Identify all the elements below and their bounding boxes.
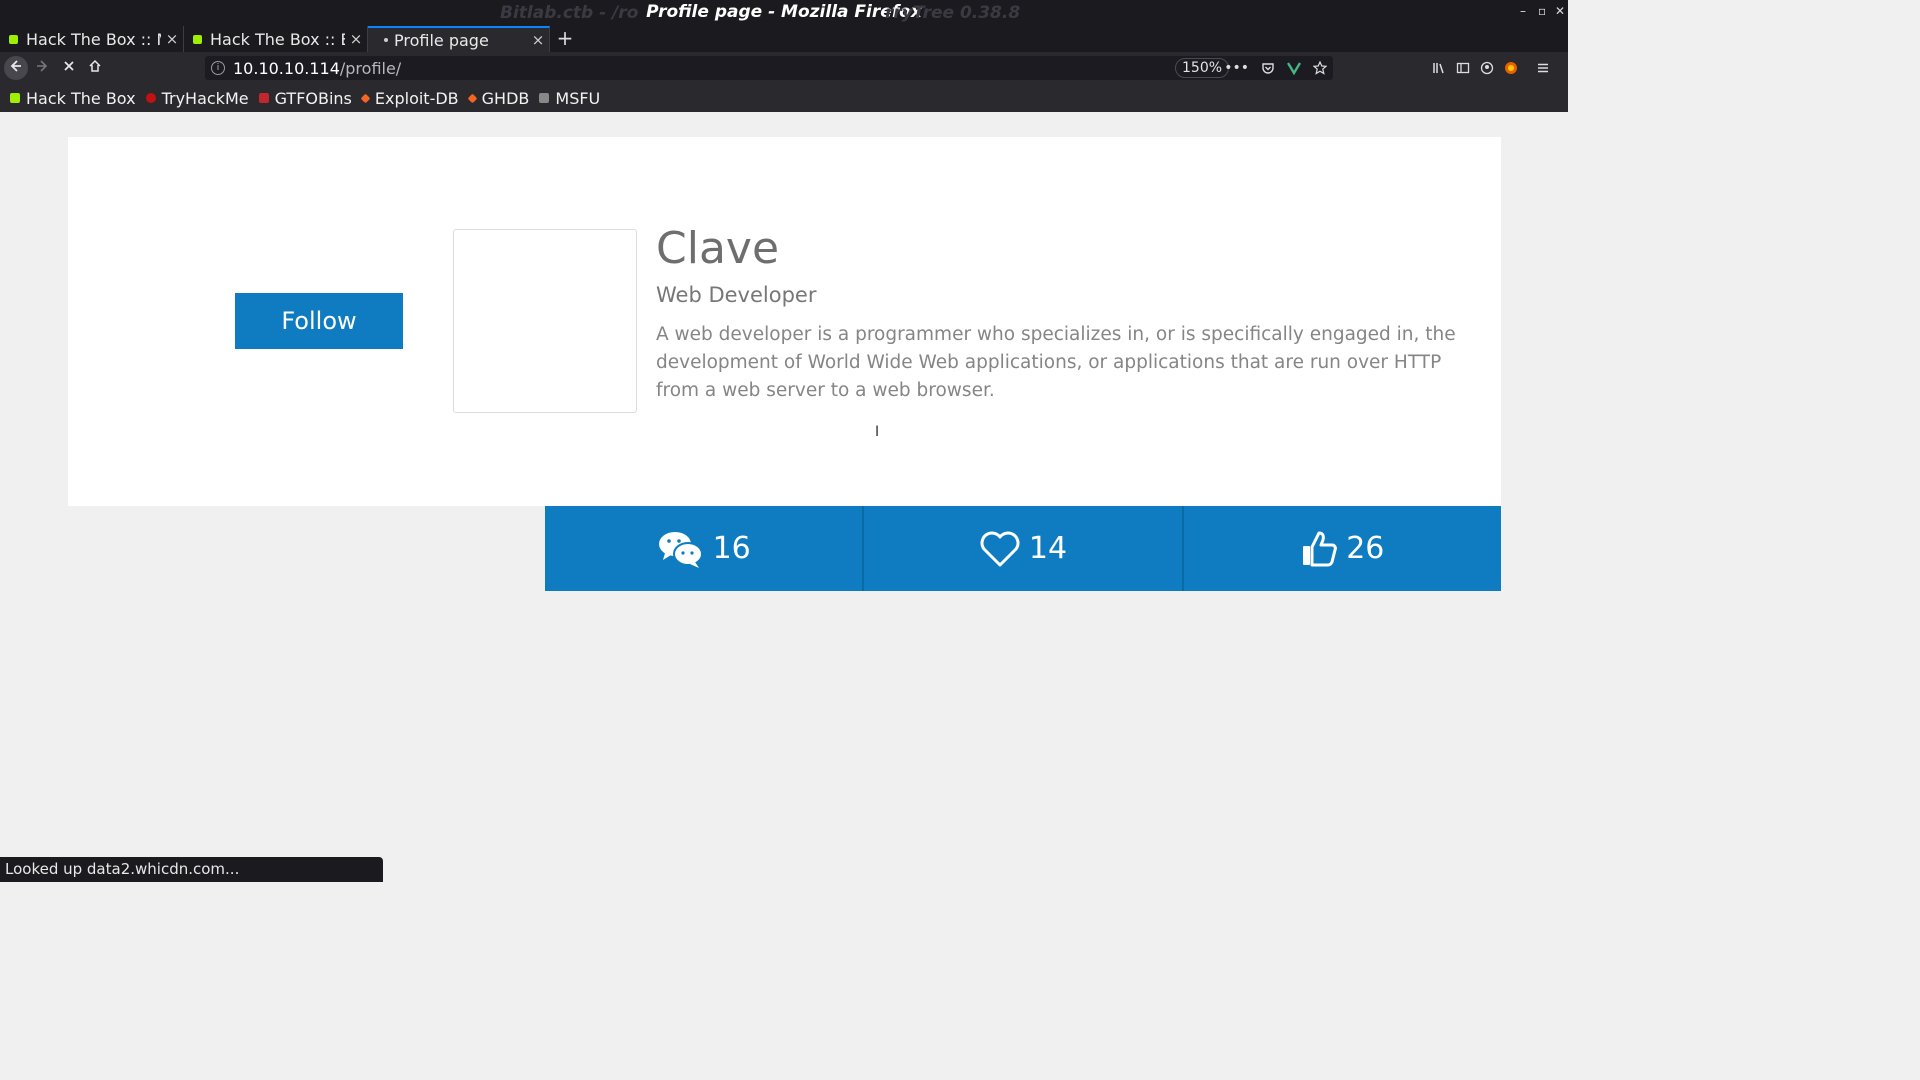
profile-bio: A web developer is a programmer who spec… bbox=[656, 324, 1456, 401]
pocket-icon[interactable] bbox=[1261, 61, 1275, 75]
tryhackme-icon bbox=[145, 93, 156, 103]
extension-fox-icon[interactable] bbox=[1504, 61, 1518, 75]
heart-icon bbox=[980, 531, 1020, 566]
stat-thumbs[interactable]: 26 bbox=[1184, 506, 1501, 591]
profile-role: Web Developer bbox=[656, 283, 817, 307]
profile-card: Follow Clave Web Developer A web develop… bbox=[68, 137, 1501, 506]
forward-button[interactable] bbox=[30, 56, 54, 80]
url-host: 10.10.10.114 bbox=[233, 58, 340, 78]
msfu-icon bbox=[539, 93, 550, 103]
bookmark-exploitdb[interactable]: Exploit-DB bbox=[360, 88, 459, 108]
address-bar-actions: ••• bbox=[1224, 56, 1327, 80]
bookmark-label: Exploit-DB bbox=[374, 88, 459, 108]
likes-count: 14 bbox=[1028, 531, 1068, 566]
home-icon bbox=[89, 59, 101, 72]
window-title: Profile page - Mozilla Firefox bbox=[646, 2, 922, 22]
window-close-button[interactable]: ✕ bbox=[1555, 4, 1565, 18]
home-button[interactable] bbox=[83, 56, 107, 80]
bookmark-label: MSFU bbox=[555, 88, 601, 108]
arrow-left-icon bbox=[10, 60, 21, 72]
tab-label: Hack The Box :: M bbox=[26, 29, 161, 49]
thumbs-count: 26 bbox=[1346, 531, 1385, 566]
vue-devtools-icon[interactable] bbox=[1287, 61, 1301, 75]
bookmark-star-icon[interactable] bbox=[1313, 61, 1327, 75]
stat-likes[interactable]: 14 bbox=[864, 506, 1184, 591]
arrow-right-icon bbox=[37, 60, 48, 72]
new-tab-button[interactable]: + bbox=[556, 26, 574, 52]
hamburger-menu-icon[interactable] bbox=[1536, 61, 1550, 75]
page-actions-icon[interactable]: ••• bbox=[1224, 60, 1249, 76]
library-icon[interactable] bbox=[1432, 61, 1446, 75]
account-icon[interactable] bbox=[1480, 61, 1494, 75]
bookmark-label: Hack The Box bbox=[26, 88, 136, 108]
bookmarks-toolbar: Hack The Box TryHackMe GTFOBins Exploit-… bbox=[0, 84, 1568, 112]
hackthebox-favicon-icon bbox=[193, 34, 202, 44]
stats-bar: 16 14 26 bbox=[545, 506, 1501, 591]
toolbar-right bbox=[1432, 56, 1550, 80]
tab-close-icon[interactable]: × bbox=[527, 31, 549, 49]
bookmark-tryhackme[interactable]: TryHackMe bbox=[145, 88, 249, 108]
tab-label: Profile page bbox=[394, 30, 489, 50]
url-path: /profile/ bbox=[339, 58, 402, 78]
status-bar: Looked up data2.whicdn.com... bbox=[0, 857, 383, 882]
exploitdb-icon bbox=[360, 93, 371, 103]
address-bar[interactable]: i 10.10.10.114/profile/ 150% ••• bbox=[205, 56, 1333, 80]
comments-count: 16 bbox=[712, 531, 751, 566]
bookmark-gtfobins[interactable]: GTFOBins bbox=[258, 88, 352, 108]
tab-label: Hack The Box :: E bbox=[210, 29, 345, 49]
url-text[interactable]: 10.10.10.114/profile/ bbox=[233, 59, 401, 78]
ghost-window-title-right: rryTree 0.38.8 bbox=[885, 3, 1021, 23]
bookmark-label: GTFOBins bbox=[274, 88, 352, 108]
stop-x-icon bbox=[64, 61, 74, 71]
bookmark-label: GHDB bbox=[481, 88, 530, 108]
ghdb-icon bbox=[467, 93, 478, 103]
avatar bbox=[453, 229, 637, 413]
chat-bubbles-icon bbox=[658, 531, 703, 568]
thumbs-up-icon bbox=[1303, 531, 1338, 566]
hackthebox-favicon-icon bbox=[9, 34, 18, 44]
follow-button[interactable]: Follow bbox=[235, 293, 403, 349]
bookmark-msfu[interactable]: MSFU bbox=[539, 89, 600, 108]
tab-hackthebox-2[interactable]: Hack The Box :: E × bbox=[184, 26, 368, 52]
back-button[interactable] bbox=[4, 56, 28, 80]
tab-close-icon[interactable]: × bbox=[345, 30, 367, 48]
tab-close-icon[interactable]: × bbox=[161, 30, 183, 48]
gtfobins-icon bbox=[258, 93, 269, 103]
stop-loading-button[interactable] bbox=[57, 56, 81, 80]
sidebar-icon[interactable] bbox=[1456, 61, 1470, 75]
window-titlebar: Bitlab.ctb - /ro Profile page - Mozilla … bbox=[0, 0, 1568, 26]
zoom-indicator[interactable]: 150% bbox=[1175, 58, 1230, 78]
text-cursor-icon: I bbox=[875, 424, 880, 440]
tab-strip: Hack The Box :: M × Hack The Box :: E × … bbox=[0, 26, 1568, 52]
site-info-icon[interactable]: i bbox=[211, 61, 225, 75]
navigation-toolbar: i 10.10.10.114/profile/ 150% ••• bbox=[0, 52, 1568, 84]
tab-hackthebox-1[interactable]: Hack The Box :: M × bbox=[0, 26, 184, 52]
loading-dot-icon bbox=[384, 38, 388, 42]
tab-profile-page[interactable]: Profile page × bbox=[368, 26, 550, 52]
hackthebox-icon bbox=[10, 93, 20, 103]
minimize-button[interactable]: – bbox=[1520, 4, 1526, 18]
profile-name: Clave bbox=[656, 223, 780, 274]
bookmark-label: TryHackMe bbox=[161, 88, 249, 108]
stat-comments[interactable]: 16 bbox=[545, 506, 865, 591]
bookmark-ghdb[interactable]: GHDB bbox=[467, 88, 530, 108]
maximize-button[interactable]: ▫ bbox=[1538, 4, 1546, 18]
bookmark-hackthebox[interactable]: Hack The Box bbox=[10, 89, 136, 108]
